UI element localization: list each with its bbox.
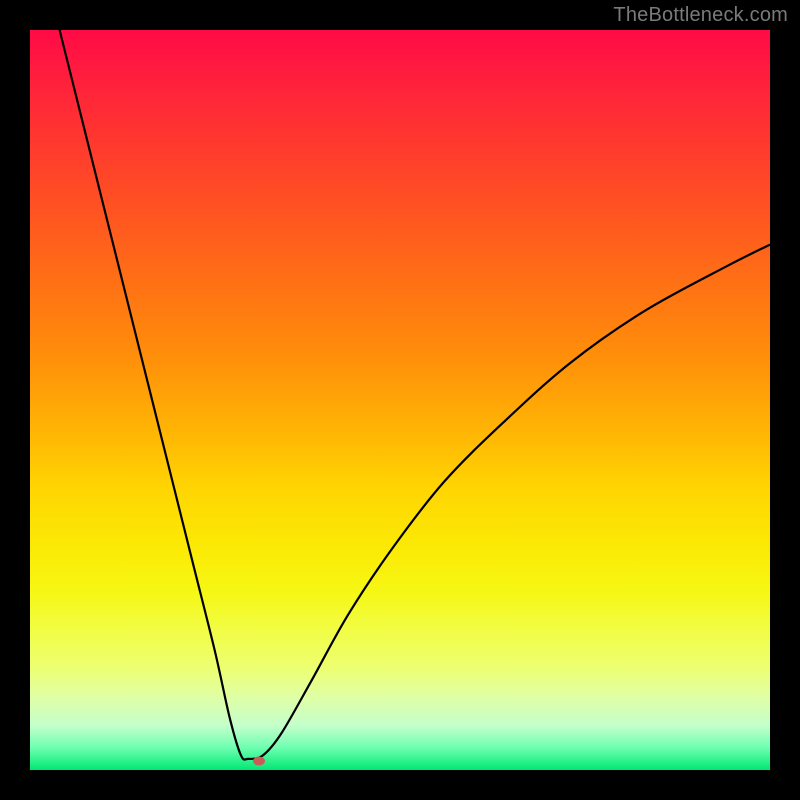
curve-path (60, 30, 770, 760)
plot-area (30, 30, 770, 770)
bottleneck-curve (30, 30, 770, 770)
chart-frame: TheBottleneck.com (0, 0, 800, 800)
optimum-marker (253, 757, 265, 766)
watermark-text: TheBottleneck.com (613, 4, 788, 27)
